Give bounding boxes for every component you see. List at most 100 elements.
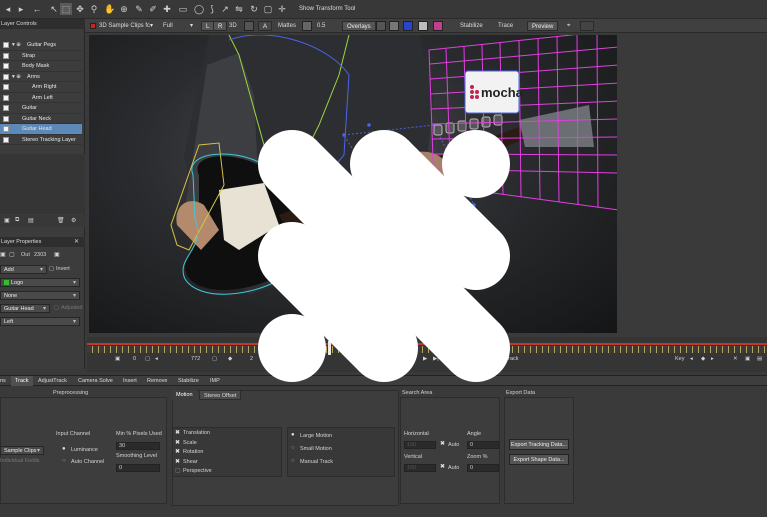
auto-channel-radio[interactable]: ○ xyxy=(62,458,66,464)
linked-layer-select[interactable]: Guitar Head xyxy=(0,304,50,313)
in-point-icon[interactable]: ▣ xyxy=(0,251,6,258)
key-prev-icon[interactable]: ◂ xyxy=(690,356,693,362)
group-layer-icon[interactable]: ▤ xyxy=(28,217,34,224)
layer-visibility-checkbox[interactable] xyxy=(3,126,9,132)
tab-camera-solve[interactable]: Camera Solve xyxy=(74,376,117,386)
layer-row[interactable]: Guitar Neck xyxy=(0,113,82,124)
tab-stabilize[interactable]: Stabilize xyxy=(174,376,203,386)
insert-clip-select[interactable]: Logo xyxy=(0,278,80,287)
clip-source-select[interactable]: Sample Clips xyxy=(0,446,44,455)
motion-option-checkbox[interactable]: ✖ xyxy=(175,439,180,446)
crosshair-icon[interactable]: ⌖ xyxy=(567,21,570,31)
layer-row[interactable]: Guitar Head xyxy=(0,124,82,135)
mattes-color-icon[interactable] xyxy=(302,21,312,31)
show-transform-tool-label[interactable]: Show Transform Tool xyxy=(299,4,355,14)
view-mode-select[interactable]: Full xyxy=(163,21,173,31)
motion-type-radio[interactable]: ○ xyxy=(291,445,295,451)
key-add-icon[interactable]: ◆ xyxy=(701,356,705,362)
motion-type-radio[interactable]: ● xyxy=(291,432,295,438)
zoom-field[interactable] xyxy=(580,21,594,31)
group-expand-icon[interactable]: ▾ ⊕ xyxy=(12,40,21,50)
set-out-icon[interactable]: ▢ xyxy=(212,356,217,362)
layer-row[interactable]: Arm Left xyxy=(0,92,82,103)
square-tool-icon[interactable]: ▢ xyxy=(262,3,274,15)
invert-checkbox[interactable]: ▢ xyxy=(49,266,54,272)
overlay-option-icon[interactable] xyxy=(376,21,386,31)
layer-visibility-checkbox[interactable] xyxy=(3,136,9,143)
tab-imp[interactable]: IMP xyxy=(206,376,224,386)
xspline-icon[interactable]: ✐ xyxy=(147,3,159,15)
fill-color-icon[interactable] xyxy=(418,21,428,31)
right-view-button[interactable]: R xyxy=(213,21,228,31)
layer-visibility-checkbox[interactable] xyxy=(3,52,9,59)
adjusted-checkbox[interactable]: ▢ xyxy=(54,305,59,311)
hand-icon[interactable]: ✋ xyxy=(104,3,116,15)
layer-visibility-checkbox[interactable] xyxy=(3,105,9,111)
layer-row[interactable]: Guitar xyxy=(0,103,82,114)
frame-in[interactable]: 772 xyxy=(191,356,200,362)
vertical-field[interactable]: 100 xyxy=(404,464,436,472)
forward-icon[interactable]: ▸ xyxy=(15,3,27,15)
horizontal-auto-checkbox[interactable]: ✖ xyxy=(440,440,445,447)
back-icon[interactable]: ◂ xyxy=(2,3,14,15)
view-mode-dropdown-icon[interactable]: ▾ xyxy=(190,21,193,31)
magnetic-icon[interactable]: ⟆ xyxy=(206,3,218,15)
select-all-icon[interactable]: ⬚ xyxy=(60,3,72,15)
magnify-icon[interactable]: ⊕ xyxy=(118,3,130,15)
out-value[interactable]: 2303 xyxy=(34,252,46,258)
spline-overlay-icon[interactable] xyxy=(403,21,413,31)
layer-row[interactable]: Stereo Tracking Layer xyxy=(0,134,82,145)
in-frame-icon[interactable]: ▢ xyxy=(9,251,15,258)
zoom-field-pct[interactable]: 0 xyxy=(467,464,499,472)
motion-type-radio[interactable]: ○ xyxy=(291,458,295,464)
layer-visibility-checkbox[interactable] xyxy=(3,42,9,48)
magenta-color-icon[interactable] xyxy=(433,21,443,31)
export-shape-button[interactable]: Export Shape Data... xyxy=(509,454,569,465)
duplicate-layer-icon[interactable]: ⧉ xyxy=(15,217,19,224)
zoom-icon[interactable]: ⚲ xyxy=(88,3,100,15)
rotate-icon[interactable]: ↻ xyxy=(248,3,260,15)
circle-tool-icon[interactable]: ◯ xyxy=(193,3,205,15)
layer-row[interactable]: ▾ ⊕ Guitar Pegs xyxy=(0,40,82,51)
link-to-track-select[interactable]: None xyxy=(0,291,80,300)
arrow-left-icon[interactable]: ← xyxy=(31,3,43,15)
blend-mode-select[interactable]: Add xyxy=(0,265,47,274)
layer-visibility-checkbox[interactable] xyxy=(3,63,9,69)
delete-layer-icon[interactable]: 🗑 xyxy=(57,217,65,224)
layer-row[interactable]: ▾ ⊕ Arms xyxy=(0,71,82,82)
key-settings-icon[interactable]: ▣ xyxy=(745,356,750,362)
key-icon[interactable]: ◆ xyxy=(228,356,232,362)
tab-remove[interactable]: Remove xyxy=(143,376,171,386)
opacity-value[interactable]: 0.5 xyxy=(317,21,325,31)
layer-row[interactable]: Strap xyxy=(0,50,82,61)
tab-track[interactable]: Track xyxy=(11,376,33,386)
tab-params[interactable]: ns xyxy=(0,376,10,386)
add-layer-icon[interactable]: ▣ xyxy=(4,217,10,224)
rect-tool-icon[interactable]: ▭ xyxy=(177,3,189,15)
frame-start[interactable]: 0 xyxy=(133,356,136,362)
stabilize-toggle[interactable]: Stabilize xyxy=(460,21,483,31)
select-tool-icon[interactable]: ↖ xyxy=(48,3,60,15)
layer-visibility-checkbox[interactable] xyxy=(3,73,9,80)
luminance-radio[interactable]: ● xyxy=(62,446,66,452)
key-delete-icon[interactable]: ✕ xyxy=(733,356,738,362)
prev-key-icon[interactable]: ◂ xyxy=(155,356,158,362)
add-point-icon[interactable]: ✚ xyxy=(161,3,173,15)
layer-view-icon[interactable] xyxy=(244,21,254,31)
layer-visibility-checkbox[interactable] xyxy=(3,84,9,90)
trace-toggle[interactable]: Trace xyxy=(498,21,513,31)
motion-option-checkbox[interactable]: ✖ xyxy=(175,448,180,455)
export-tracking-button[interactable]: Export Tracking Data... xyxy=(509,439,569,450)
stereo-offset-tab[interactable]: Stereo Offset xyxy=(199,390,242,400)
3d-toggle[interactable]: 3D xyxy=(229,21,237,31)
clip-dropdown-icon[interactable]: ▾ xyxy=(150,21,153,31)
layer-row[interactable]: Arm Right xyxy=(0,82,82,93)
motion-tab[interactable]: Motion xyxy=(172,390,197,400)
vertical-auto-checkbox[interactable]: ✖ xyxy=(440,463,445,470)
out-point-icon[interactable]: ▣ xyxy=(54,251,60,258)
preview-button[interactable]: Preview xyxy=(527,21,559,31)
frame-current[interactable]: 2 xyxy=(250,356,253,362)
move-icon[interactable]: ✛ xyxy=(276,3,288,15)
set-in-icon[interactable]: ▢ xyxy=(145,356,150,362)
smoothing-field[interactable]: 0 xyxy=(116,464,160,472)
